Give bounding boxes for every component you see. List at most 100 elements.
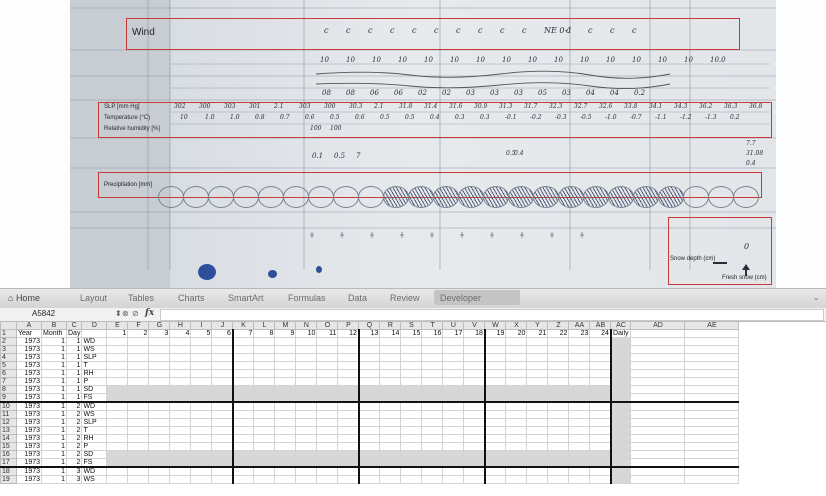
cell[interactable] [295,426,318,435]
cell[interactable] [505,369,528,378]
cell[interactable] [526,353,549,362]
cell[interactable] [421,450,444,459]
cell[interactable] [295,393,318,403]
cell[interactable] [231,393,255,403]
cell[interactable] [295,353,318,362]
cell[interactable] [547,442,570,451]
cell[interactable] [295,345,318,354]
month-cell[interactable]: 1 [41,369,67,378]
variable-cell[interactable]: RH [81,434,108,443]
variable-cell[interactable]: FS [81,393,108,403]
header-cell[interactable]: 18 [463,329,486,338]
header-cell[interactable]: 5 [190,329,213,338]
cell[interactable] [148,458,171,468]
month-cell[interactable]: 1 [41,418,67,427]
header-cell[interactable]: 10 [295,329,318,338]
row-header[interactable]: 7 [0,377,17,386]
cell[interactable] [127,434,150,443]
month-cell[interactable]: 1 [41,466,67,476]
column-header[interactable]: P [337,321,360,330]
cell[interactable] [421,458,444,468]
cell[interactable] [253,418,276,427]
cell[interactable] [684,450,740,459]
cell[interactable] [505,393,528,403]
cell[interactable] [253,458,276,468]
day-cell[interactable]: 3 [65,466,83,476]
cell[interactable] [463,369,486,378]
cell[interactable] [589,418,612,427]
row-header[interactable]: 2 [0,337,17,346]
cell[interactable] [463,442,486,451]
cell[interactable] [630,361,686,370]
cell[interactable] [630,377,686,386]
header-cell[interactable]: 21 [526,329,549,338]
cell[interactable] [253,434,276,443]
cell[interactable] [609,345,632,354]
cell[interactable] [295,369,318,378]
cell[interactable] [547,450,570,459]
cell[interactable] [148,426,171,435]
cell[interactable] [442,475,465,484]
cell[interactable] [295,385,318,394]
cell[interactable] [505,450,528,459]
cell[interactable] [274,377,297,386]
cell[interactable] [684,401,740,411]
variable-cell[interactable]: WS [81,410,108,419]
year-cell[interactable]: 1973 [16,410,42,419]
cell[interactable] [379,353,402,362]
cell[interactable] [106,466,129,476]
cell[interactable] [253,377,276,386]
cell[interactable] [568,393,591,403]
cell[interactable] [526,418,549,427]
cell[interactable] [148,442,171,451]
cell[interactable] [211,442,234,451]
row-header[interactable]: 18 [0,466,17,476]
day-cell[interactable]: 1 [65,337,83,346]
cell[interactable] [274,393,297,403]
column-header[interactable]: B [41,321,67,330]
cell[interactable] [684,475,740,484]
cell[interactable] [547,369,570,378]
column-header[interactable]: U [442,321,465,330]
cell[interactable] [148,475,171,484]
cell[interactable] [684,393,740,403]
cell[interactable] [609,337,632,346]
row-header[interactable]: 5 [0,361,17,370]
cell[interactable] [442,385,465,394]
cell[interactable] [337,458,360,468]
cell[interactable] [568,426,591,435]
month-cell[interactable]: 1 [41,401,67,411]
column-header[interactable]: AD [630,321,686,330]
cell[interactable] [253,401,276,411]
variable-cell[interactable]: WS [81,475,108,484]
cell[interactable] [483,377,507,386]
cell[interactable] [568,369,591,378]
cell[interactable] [684,426,740,435]
cell[interactable] [684,418,740,427]
header-cell[interactable]: 16 [421,329,444,338]
cell[interactable] [630,466,686,476]
cell[interactable] [295,337,318,346]
cell[interactable] [442,458,465,468]
cell[interactable] [148,361,171,370]
cell[interactable] [547,345,570,354]
variable-cell[interactable]: SLP [81,418,108,427]
header-cell[interactable]: 13 [357,329,381,338]
variable-cell[interactable]: T [81,361,108,370]
cell[interactable] [127,442,150,451]
variable-cell[interactable]: P [81,377,108,386]
month-cell[interactable]: 1 [41,450,67,459]
column-header[interactable]: O [316,321,339,330]
cell[interactable] [568,377,591,386]
month-cell[interactable]: 1 [41,361,67,370]
cell[interactable] [316,426,339,435]
cell[interactable] [274,434,297,443]
cell[interactable] [505,361,528,370]
day-cell[interactable]: 1 [65,393,83,403]
cell[interactable] [211,450,234,459]
cell[interactable] [190,426,213,435]
cell[interactable] [337,466,360,476]
cell[interactable] [463,418,486,427]
cell[interactable] [357,401,381,411]
cell[interactable] [127,450,150,459]
